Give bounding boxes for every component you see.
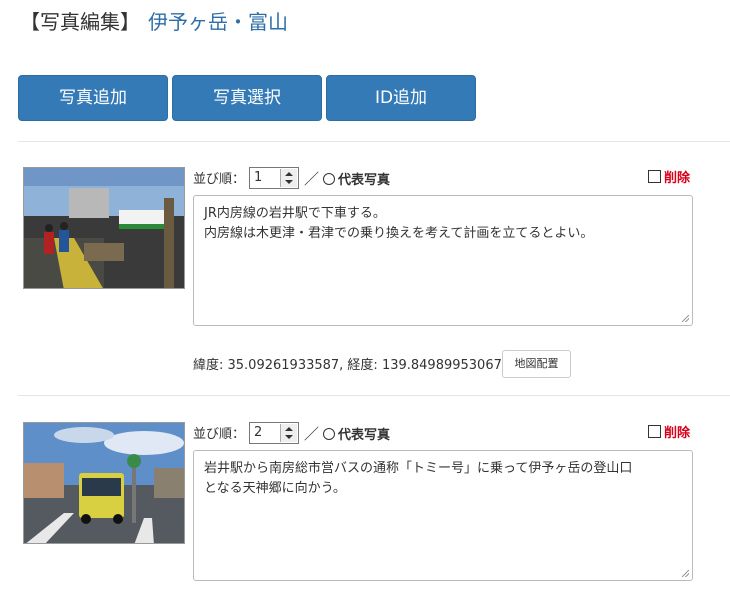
- add-id-button[interactable]: ID追加: [326, 75, 476, 121]
- delete-option-2: 削除: [648, 425, 690, 443]
- representative-option-2: ／ 代表写真: [304, 425, 390, 445]
- coordinates-text-1: 緯度: 35.09261933587, 経度: 139.84989953067: [193, 358, 502, 373]
- representative-label-1: 代表写真: [338, 173, 391, 188]
- caption-line: 岩井駅から南房総市営バスの通称「トミー号」に乗って伊予ヶ岳の登山口: [204, 461, 633, 476]
- delete-option-1: 削除: [648, 170, 690, 188]
- order-label-2: 並び順：: [193, 427, 246, 442]
- separator-slash: ／: [304, 170, 320, 188]
- delete-label-1: 削除: [664, 171, 691, 186]
- order-stepper-2[interactable]: 2: [249, 422, 299, 444]
- order-value-1: 1: [254, 170, 263, 185]
- delete-checkbox-1[interactable]: [648, 170, 661, 183]
- order-label-1: 並び順：: [193, 172, 246, 187]
- divider: [18, 395, 730, 396]
- representative-option-1: ／ 代表写真: [304, 170, 390, 190]
- select-photo-button[interactable]: 写真選択: [172, 75, 322, 121]
- caption-textarea-2[interactable]: 岩井駅から南房総市営バスの通称「トミー号」に乗って伊予ヶ岳の登山口 となる天神郷…: [193, 450, 693, 581]
- photo-thumbnail-2[interactable]: [23, 422, 185, 544]
- caption-textarea-1[interactable]: JR内房線の岩井駅で下車する。 内房線は木更津・君津での乗り換えを考えて計画を立…: [193, 195, 693, 326]
- bus-photo-image: [24, 423, 184, 543]
- resize-grip-icon[interactable]: [682, 570, 689, 577]
- resize-grip-icon[interactable]: [682, 315, 689, 322]
- delete-checkbox-2[interactable]: [648, 425, 661, 438]
- representative-radio-1[interactable]: [323, 173, 336, 185]
- representative-radio-2[interactable]: [323, 428, 336, 440]
- station-photo-image: [24, 168, 184, 288]
- caption-line: 内房線は木更津・君津での乗り換えを考えて計画を立てるとよい。: [204, 226, 594, 241]
- photo-thumbnail-1[interactable]: [23, 167, 185, 289]
- representative-label-2: 代表写真: [338, 428, 391, 443]
- delete-label-2: 削除: [664, 426, 691, 441]
- page-title-mountain: 伊予ヶ岳・富山: [148, 10, 288, 34]
- separator-slash: ／: [304, 425, 320, 443]
- order-value-2: 2: [254, 425, 263, 440]
- caption-line: となる天神郷に向かう。: [204, 481, 346, 496]
- page-title: 【写真編集】 伊予ヶ岳・富山: [20, 6, 288, 38]
- caption-line: JR内房線の岩井駅で下車する。: [204, 206, 386, 221]
- order-stepper-1[interactable]: 1: [249, 167, 299, 189]
- page-title-section: 【写真編集】: [20, 10, 140, 34]
- map-placement-button[interactable]: 地図配置: [502, 350, 571, 378]
- add-photo-button[interactable]: 写真追加: [18, 75, 168, 121]
- spinner-arrows-icon[interactable]: [280, 424, 297, 442]
- spinner-arrows-icon[interactable]: [280, 169, 297, 187]
- divider: [18, 141, 730, 142]
